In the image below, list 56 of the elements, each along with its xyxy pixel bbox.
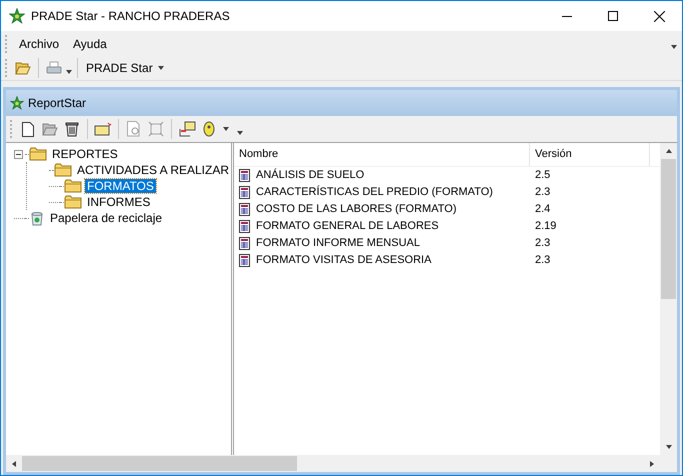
tree-item[interactable]: Papelera de reciclaje <box>48 211 164 225</box>
report-icon <box>239 237 250 250</box>
table-cell-text: 2.19 <box>534 219 556 234</box>
open-folder-icon <box>42 122 58 136</box>
tree-item[interactable]: REPORTES <box>50 147 120 161</box>
folder-icon <box>94 122 112 136</box>
child-window-title: ReportStar <box>28 95 86 112</box>
table-cell-text: 2.4 <box>534 202 550 218</box>
tree-item[interactable]: ACTIVIDADES A REALIZAR <box>74 163 231 177</box>
table-cell-text: COSTO DE LAS LABORES (FORMATO) <box>256 202 456 218</box>
report-icon <box>239 220 250 233</box>
report-icon <box>239 186 250 199</box>
folder-icon <box>64 179 82 193</box>
tree-item[interactable]: FORMATOS <box>85 179 156 193</box>
table-cell-text: 2.3 <box>534 236 550 252</box>
folder-arrow-icon <box>178 121 196 137</box>
table-cell-text: 2.3 <box>534 185 550 200</box>
folder-icon <box>64 195 82 209</box>
caret-icon <box>664 443 672 451</box>
caret-icon <box>65 68 73 76</box>
table-cell-text: FORMATO INFORME MENSUAL <box>256 236 420 252</box>
table-cell-text: FORMATO GENERAL DE LABORES <box>256 219 439 234</box>
vertical-scrollbar[interactable] <box>660 143 677 455</box>
scroll-up-icon <box>664 147 672 155</box>
window-title: PRADE Star - RANCHO PRADERAS <box>31 8 231 25</box>
close-icon <box>654 10 664 22</box>
collapse-toggle[interactable] <box>14 150 23 158</box>
magnifier-page-icon <box>127 121 141 137</box>
report-icon <box>239 203 250 216</box>
document-icon <box>22 122 34 136</box>
star-icon <box>10 96 24 110</box>
table-cell-text: FORMATO VISITAS DE ASESORIA <box>256 253 432 268</box>
trash-icon <box>65 121 79 137</box>
column-header[interactable]: Versión <box>530 143 650 166</box>
folder-icon <box>54 163 72 177</box>
recycle-bin-icon <box>29 210 45 226</box>
star-icon <box>9 8 25 24</box>
printer-icon <box>46 61 62 75</box>
table-cell-text: ANÁLISIS DE SUELO <box>256 168 364 184</box>
column-header[interactable]: Nombre <box>234 143 530 166</box>
folder-icon <box>29 147 47 161</box>
report-icon <box>239 169 250 182</box>
prade-star-menu[interactable]: PRADE Star <box>82 59 169 77</box>
scroll-right-icon <box>648 460 656 468</box>
open-folder-icon <box>15 61 31 75</box>
table-cell-text: CARACTERÍSTICAS DEL PREDIO (FORMATO) <box>256 184 493 200</box>
expand-frame-icon <box>148 121 164 137</box>
scroll-left-icon <box>10 460 18 468</box>
caret-icon <box>156 64 165 72</box>
table-cell-text: 2.3 <box>534 253 550 268</box>
table-cell-text: 2.5 <box>534 168 550 184</box>
menu-item[interactable]: Archivo <box>12 34 66 52</box>
caret-icon <box>670 42 678 50</box>
tree-item[interactable]: INFORMES <box>85 195 152 209</box>
menu-item[interactable]: Ayuda <box>66 34 114 52</box>
report-icon <box>239 254 250 267</box>
